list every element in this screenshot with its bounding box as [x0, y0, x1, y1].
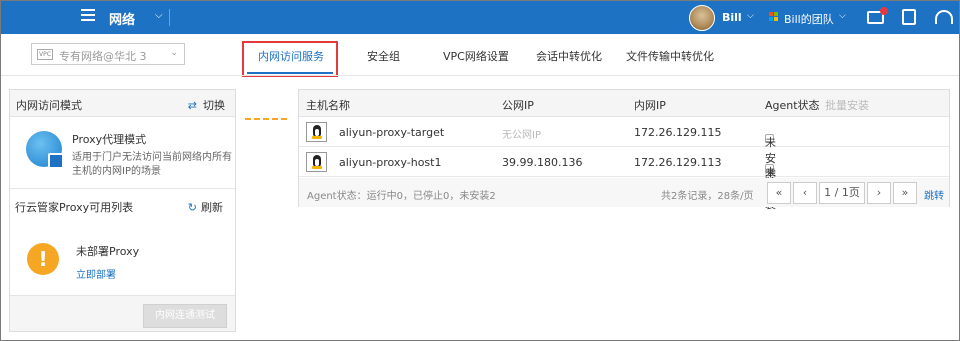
page-title[interactable]: 网络 [109, 9, 135, 28]
hosts-table: 主机名称 公网IP 内网IP Agent状态 批量安装 aliyun-proxy… [298, 89, 950, 211]
highlight-box [242, 41, 338, 77]
refresh-label: 刷新 [201, 201, 223, 214]
switch-label: 切换 [203, 99, 225, 112]
chevron-down-icon[interactable]: ⌵ [155, 10, 163, 21]
tab-session-relay[interactable]: 会话中转优化 [536, 48, 602, 64]
proxy-list-title: 行云管家Proxy可用列表 [15, 201, 134, 214]
warning-icon: ! [27, 243, 59, 275]
notification-dot [880, 7, 888, 15]
headset-icon[interactable] [935, 10, 953, 24]
table-row[interactable]: aliyun-proxy-target 无公网IP 172.26.129.115… [299, 118, 949, 181]
panel-footer: 内网连通测试 [10, 295, 235, 331]
linux-icon [306, 152, 327, 172]
clipboard-check-icon[interactable] [902, 9, 916, 25]
avatar[interactable] [689, 5, 715, 31]
vpc-icon: VPC [37, 49, 53, 60]
envelope-icon[interactable] [867, 7, 888, 24]
column-header-name[interactable]: 主机名称 [306, 97, 350, 113]
first-page-button[interactable]: « [767, 182, 791, 204]
record-count: 共2条记录，28条/页 [661, 191, 754, 202]
host-name[interactable]: aliyun-proxy-target [339, 126, 444, 139]
server-icon [48, 153, 64, 169]
tab-vpc-settings[interactable]: VPC网络设置 [443, 48, 509, 64]
connectivity-test-button[interactable]: 内网连通测试 [143, 304, 227, 328]
chevron-down-icon[interactable]: ⌵ [747, 11, 754, 21]
prev-page-button[interactable]: ‹ [793, 182, 817, 204]
team-name[interactable]: Bill的团队 [784, 11, 834, 27]
private-ip: 172.26.129.115 [634, 126, 722, 139]
column-header-private-ip[interactable]: 内网IP [634, 97, 666, 113]
network-select-value: 专有网络@华北 3 [59, 50, 147, 63]
tab-security-group[interactable]: 安全组 [367, 48, 400, 64]
agent-summary: Agent状态：运行中0，已停止0，未安装2 [307, 191, 496, 202]
table-row[interactable]: aliyun-proxy-host1 39.99.180.136 172.26.… [299, 148, 949, 211]
tab-file-relay[interactable]: 文件传输中转优化 [626, 48, 714, 64]
switch-button[interactable]: ⇄ 切换 [188, 97, 225, 113]
menu-icon[interactable] [81, 9, 95, 21]
empty-proxy-text: 未部署Proxy [76, 245, 140, 258]
column-header-agent[interactable]: Agent状态 [765, 97, 820, 113]
swap-icon: ⇄ [187, 99, 197, 112]
chevron-down-icon[interactable]: ⌵ [839, 11, 846, 21]
public-ip: 39.99.180.136 [502, 156, 583, 169]
chevron-down-icon: ⌄ [170, 48, 178, 58]
access-mode-panel: 内网访问模式 ⇄ 切换 Proxy代理模式 适用于门户无法访问当前网络内所有主机的… [9, 89, 236, 332]
last-page-button[interactable]: » [893, 182, 917, 204]
panel-title: 内网访问模式 [16, 99, 82, 112]
column-header-public-ip[interactable]: 公网IP [502, 97, 534, 113]
refresh-icon: ↻ [187, 201, 197, 214]
page-indicator[interactable]: 1 / 1页 [819, 182, 865, 204]
deploy-now-link[interactable]: 立即部署 [76, 266, 116, 281]
network-select[interactable]: VPC 专有网络@华北 3 ⌄ [31, 43, 185, 65]
top-bar: 网络 ⌵ Bill ⌵ Bill的团队 ⌵ [1, 1, 959, 34]
batch-install-link[interactable]: 批量安装 [825, 97, 869, 113]
table-header: 主机名称 公网IP 内网IP Agent状态 批量安装 [299, 90, 949, 117]
refresh-button[interactable]: ↻ 刷新 [188, 199, 223, 215]
divider [1, 75, 959, 76]
team-icon [769, 12, 779, 22]
mode-description: 适用于门户无法访问当前网络内所有主机的内网IP的场景 [72, 152, 232, 177]
connector-line [245, 118, 287, 120]
jump-link[interactable]: 跳转 [924, 187, 944, 202]
divider [10, 188, 235, 189]
linux-icon [306, 122, 327, 142]
mode-name: Proxy代理模式 [72, 133, 147, 146]
host-name[interactable]: aliyun-proxy-host1 [339, 156, 441, 169]
app-window: 网络 ⌵ Bill ⌵ Bill的团队 ⌵ VPC 专有网络@华北 3 ⌄ 内网… [0, 0, 960, 341]
divider [169, 9, 170, 26]
next-page-button[interactable]: › [867, 182, 891, 204]
public-ip: 无公网IP [502, 130, 541, 141]
panel-header: 内网访问模式 ⇄ 切换 [10, 90, 235, 117]
private-ip: 172.26.129.113 [634, 156, 722, 169]
globe-network-icon [26, 131, 64, 169]
table-footer: Agent状态：运行中0，已停止0，未安装2 共2条记录，28条/页 « ‹ 1… [299, 178, 949, 207]
user-name[interactable]: Bill [722, 11, 742, 24]
